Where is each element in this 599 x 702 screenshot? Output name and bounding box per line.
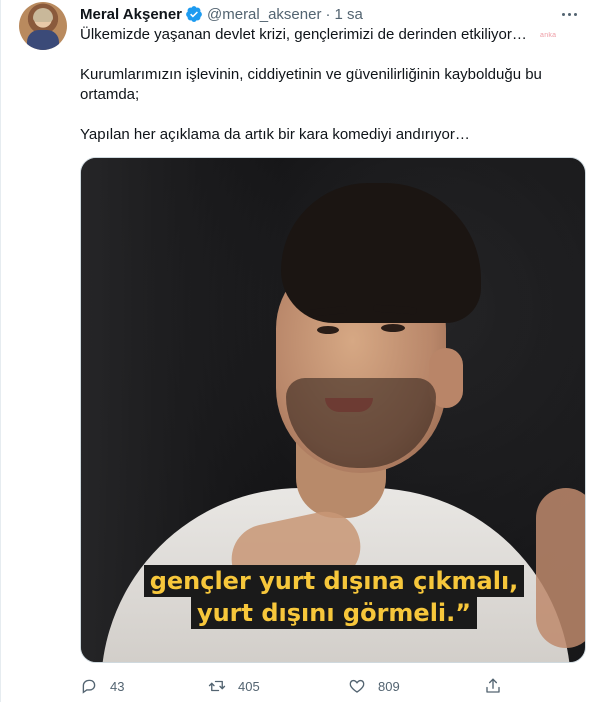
tweet-video[interactable]: gençler yurt dışına çıkmalı, yurt dışını… [80, 157, 586, 663]
like-button[interactable]: 809 [348, 674, 400, 698]
reply-icon [82, 679, 96, 694]
heart-icon [349, 679, 365, 693]
caption-text: yurt dışını görmeli.” [190, 597, 478, 629]
caption-text: gençler yurt dışına çıkmalı, [143, 565, 525, 597]
verified-badge-icon [185, 5, 203, 23]
tweet-header: Meral Akşener @meral_aksener · 1 sa [80, 4, 363, 24]
avatar[interactable] [19, 2, 67, 50]
avatar-coat [27, 30, 59, 50]
video-person-eye [317, 326, 339, 334]
author-name[interactable]: Meral Akşener [80, 6, 182, 23]
tweet-paragraph: Yapılan her açıklama da artık bir kara k… [80, 126, 470, 143]
more-dot [567, 12, 571, 16]
retweet-button[interactable]: 405 [208, 674, 260, 698]
tweet-paragraph: Kurumlarımızın işlevinin, ciddiyetinin v… [80, 66, 542, 103]
more-dot [573, 12, 577, 16]
video-caption-line: gençler yurt dışına çıkmalı, [81, 565, 585, 597]
retweet-icon [208, 680, 226, 692]
more-dot [561, 12, 565, 16]
separator-dot: · [325, 5, 331, 23]
tweet-paragraph: Ülkemizde yaşanan devlet krizi, gençleri… [80, 26, 527, 43]
reply-button[interactable]: 43 [80, 674, 124, 698]
retweet-count: 405 [238, 678, 260, 694]
tweet[interactable]: Meral Akşener @meral_aksener · 1 sa Ülke… [0, 0, 599, 702]
tweet-text: Ülkemizde yaşanan devlet krizi, gençleri… [80, 25, 550, 165]
more-options-icon[interactable] [557, 4, 581, 24]
video-caption-line: yurt dışını görmeli.” [81, 597, 585, 629]
share-icon [486, 678, 500, 693]
avatar-hair [33, 8, 53, 22]
author-handle[interactable]: @meral_aksener [207, 6, 321, 23]
watermark: anka [540, 32, 557, 39]
like-count: 809 [378, 678, 400, 694]
video-person-mouth [325, 398, 373, 412]
tweet-timestamp[interactable]: 1 sa [334, 6, 362, 23]
video-person-eye [381, 324, 405, 332]
reply-count: 43 [110, 678, 125, 694]
share-button[interactable] [484, 674, 502, 698]
tweet-actions: 43 405 809 [80, 674, 510, 698]
